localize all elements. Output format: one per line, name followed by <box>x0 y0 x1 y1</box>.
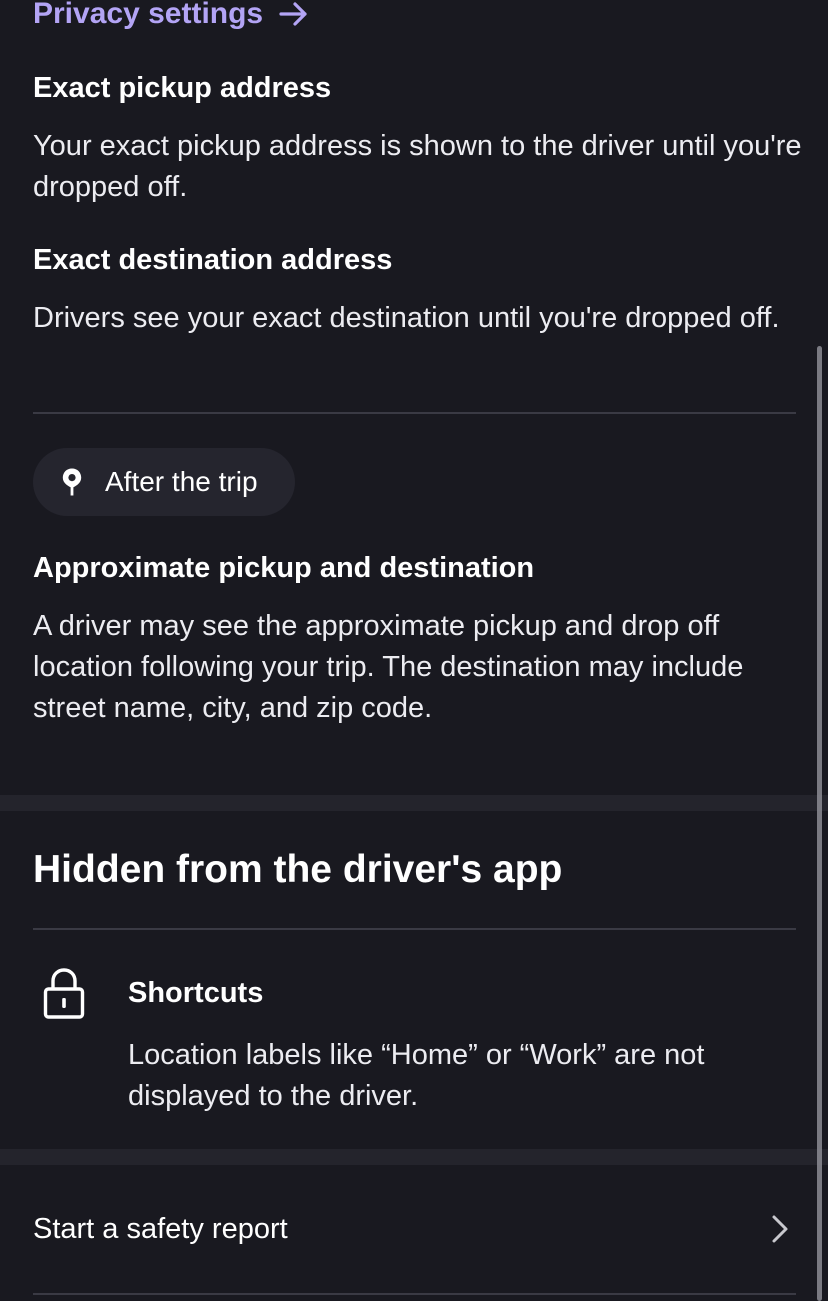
section-separator <box>0 1149 828 1165</box>
screen: Privacy settings Exact pickup address Yo… <box>0 0 828 1301</box>
pickup-address-description: Your exact pickup address is shown to th… <box>33 130 802 203</box>
lock-icon <box>43 968 85 1019</box>
approximate-locations-title: Approximate pickup and destination <box>33 552 535 584</box>
privacy-settings-link[interactable]: Privacy settings <box>33 0 309 34</box>
pickup-address-title: Exact pickup address <box>33 72 332 104</box>
location-pin-icon <box>62 468 82 496</box>
shortcuts-description: Location labels like “Home” or “Work” ar… <box>128 1039 705 1112</box>
scrollbar[interactable] <box>817 346 822 1301</box>
destination-address-title: Exact destination address <box>33 244 393 276</box>
hidden-section-title: Hidden from the driver's app <box>33 848 563 891</box>
divider <box>33 928 796 930</box>
shortcuts-title: Shortcuts <box>128 977 264 1009</box>
divider <box>33 412 796 414</box>
start-safety-report-row[interactable]: Start a safety report <box>0 1166 828 1292</box>
safety-report-label: Start a safety report <box>33 1212 288 1245</box>
destination-address-description: Drivers see your exact destination until… <box>33 302 780 334</box>
arrow-right-icon <box>279 2 307 26</box>
section-separator <box>0 795 828 811</box>
divider <box>33 1293 796 1295</box>
after-trip-chip: After the trip <box>33 448 295 516</box>
approximate-locations-description: A driver may see the approximate pickup … <box>33 610 744 724</box>
privacy-settings-label: Privacy settings <box>33 0 264 30</box>
after-trip-label: After the trip <box>105 466 258 497</box>
chevron-right-icon <box>772 1215 788 1243</box>
